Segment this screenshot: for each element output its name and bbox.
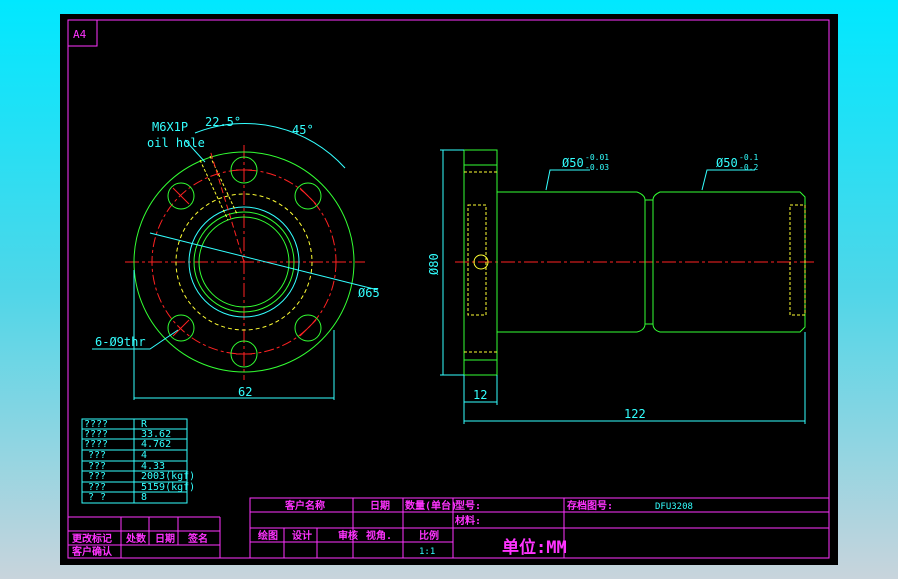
sheet-size: A4 xyxy=(73,28,87,41)
angle-22-5: 22.5° xyxy=(205,115,241,129)
spec-key: ??? xyxy=(88,471,106,482)
spec-value: 5159(kgf) xyxy=(141,482,195,493)
diameter-80: Ø80 xyxy=(427,253,441,275)
sign-label: 签名 xyxy=(187,532,208,545)
diameter-65: Ø65 xyxy=(358,286,380,300)
spec-value: 8 xyxy=(141,492,147,503)
width-62: 62 xyxy=(238,385,252,399)
date-label: 日期 xyxy=(370,499,390,512)
design-label: 设计 xyxy=(292,529,312,542)
oil-hole-sublabel: oil hole xyxy=(147,136,205,150)
unit-label: 单位:MM xyxy=(502,537,567,558)
archive-no-value: DFU3208 xyxy=(655,502,693,512)
holes-label: 6-Ø9thr xyxy=(95,335,146,349)
length-dim-122: 122 xyxy=(624,407,646,421)
flange-dim-12: 12 xyxy=(473,388,487,402)
change-mark-label: 更改标记 xyxy=(72,532,112,545)
spec-key: ???? xyxy=(84,439,108,450)
shaft-1-tol-upper: -0.01 xyxy=(585,153,609,162)
scale-label: 比例 xyxy=(419,529,439,542)
front-view xyxy=(92,123,379,400)
drawn-label: 绘图 xyxy=(258,529,278,542)
view-label: 视角. xyxy=(366,529,392,542)
review-label: 审核 xyxy=(338,529,358,542)
model-label: 型号: xyxy=(455,499,481,512)
archive-no-label: 存档图号: xyxy=(567,499,613,512)
shaft-2-tol-lower: -0.2 xyxy=(739,163,758,172)
revision-date-label: 日期 xyxy=(155,532,175,545)
spec-value: 4.762 xyxy=(141,439,171,450)
material-label: 材料: xyxy=(455,514,481,527)
oil-hole-label: M6X1P xyxy=(152,120,188,134)
side-view xyxy=(440,149,815,424)
angle-45: 45° xyxy=(292,123,314,137)
scale-value: 1:1 xyxy=(419,547,435,557)
shaft-1-tol-lower: -0.03 xyxy=(585,163,609,172)
spec-key: ? ? xyxy=(88,492,106,503)
customer-name-label: 客户名称 xyxy=(284,499,325,512)
count-label: 处数 xyxy=(125,532,147,545)
shaft-1-diameter: Ø50 xyxy=(562,156,584,170)
customer-confirm-label: 客户确认 xyxy=(71,545,113,558)
spec-value: 2003(kgf) xyxy=(141,471,195,482)
shaft-2-diameter: Ø50 xyxy=(716,156,738,170)
shaft-2-tol-upper: -0.1 xyxy=(739,153,758,162)
drawing-sheet: A4 M6X1P oil hole 22.5° 45° Ø65 6-Ø9thr … xyxy=(60,14,838,565)
spec-key: ??? xyxy=(88,450,106,461)
cad-drawing: A4 M6X1P oil hole 22.5° 45° Ø65 6-Ø9thr … xyxy=(67,19,830,559)
quantity-label: 数量(单台) xyxy=(405,499,457,512)
spec-value: 4 xyxy=(141,450,147,461)
